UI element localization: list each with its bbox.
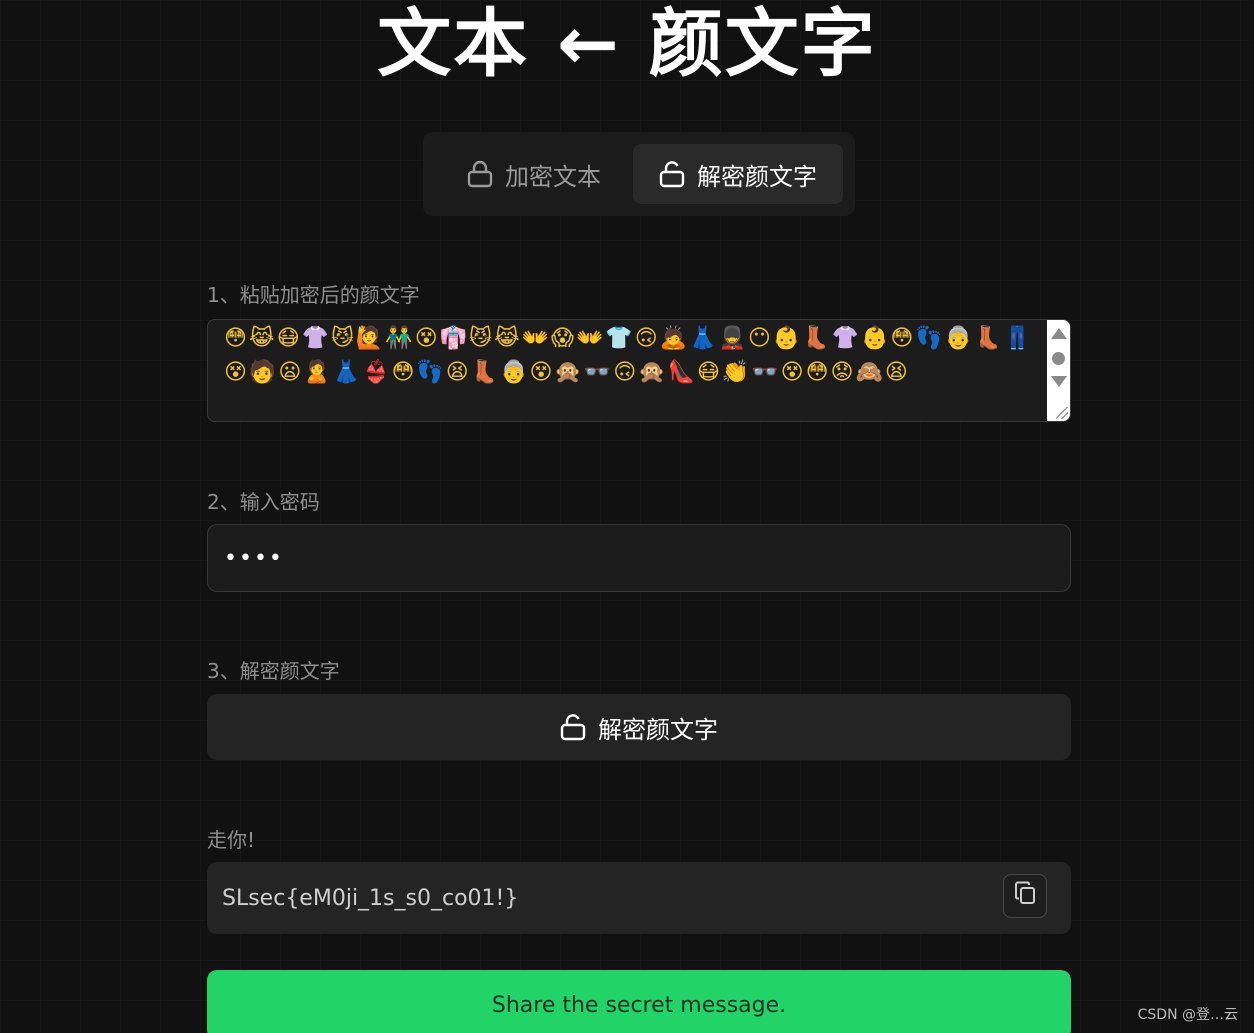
- tab-encrypt-label: 加密文本: [505, 162, 601, 191]
- tab-decrypt-emoji[interactable]: 解密颜文字: [633, 144, 843, 204]
- lock-icon: [467, 160, 493, 188]
- textarea-scrollbar[interactable]: [1047, 320, 1070, 421]
- password-field[interactable]: ••••: [207, 524, 1071, 592]
- scroll-up-icon[interactable]: [1051, 328, 1067, 339]
- tab-decrypt-label: 解密颜文字: [697, 162, 817, 191]
- decrypt-button-label: 解密颜文字: [598, 715, 718, 744]
- result-output: SLsec{eM0ji_1s_s0_co01!}: [207, 862, 1071, 934]
- watermark: CSDN @登…云: [1137, 1007, 1238, 1023]
- emoji-textarea[interactable]: 😳😹😷👚😼🙋👬😵👘😼😹👐😱👐👕🙃🙇👗💂😶👶👢👚👶😳👣👵👢👖😵🧑😦🙎👗👙😳👣😫👢👵…: [207, 319, 1071, 422]
- result-label: 走你!: [207, 828, 256, 852]
- decrypt-button[interactable]: 解密颜文字: [207, 694, 1071, 760]
- step3-label: 3、解密颜文字: [207, 659, 340, 683]
- copy-button[interactable]: [1003, 874, 1047, 918]
- mode-tabs: 加密文本 解密颜文字: [423, 132, 855, 216]
- emoji-text-content: 😳😹😷👚😼🙋👬😵👘😼😹👐😱👐👕🙃🙇👗💂😶👶👢👚👶😳👣👵👢👖😵🧑😦🙎👗👙😳👣😫👢👵…: [224, 326, 1033, 385]
- share-button-label: Share the secret message.: [491, 992, 787, 1018]
- step1-label: 1、粘贴加密后的颜文字: [207, 283, 420, 307]
- resize-handle-icon[interactable]: [1056, 407, 1068, 419]
- result-value: SLsec{eM0ji_1s_s0_co01!}: [222, 885, 519, 911]
- scroll-down-icon[interactable]: [1051, 376, 1067, 387]
- share-button[interactable]: Share the secret message.: [207, 970, 1071, 1033]
- step2-label: 2、输入密码: [207, 490, 320, 514]
- page-title: 文本 ← 颜文字: [377, 1, 877, 87]
- scroll-thumb[interactable]: [1052, 352, 1065, 365]
- unlock-icon: [560, 713, 586, 741]
- tab-encrypt-text[interactable]: 加密文本: [435, 144, 633, 204]
- password-value: ••••: [224, 545, 284, 571]
- copy-icon: [1014, 881, 1036, 911]
- unlock-icon: [659, 160, 685, 188]
